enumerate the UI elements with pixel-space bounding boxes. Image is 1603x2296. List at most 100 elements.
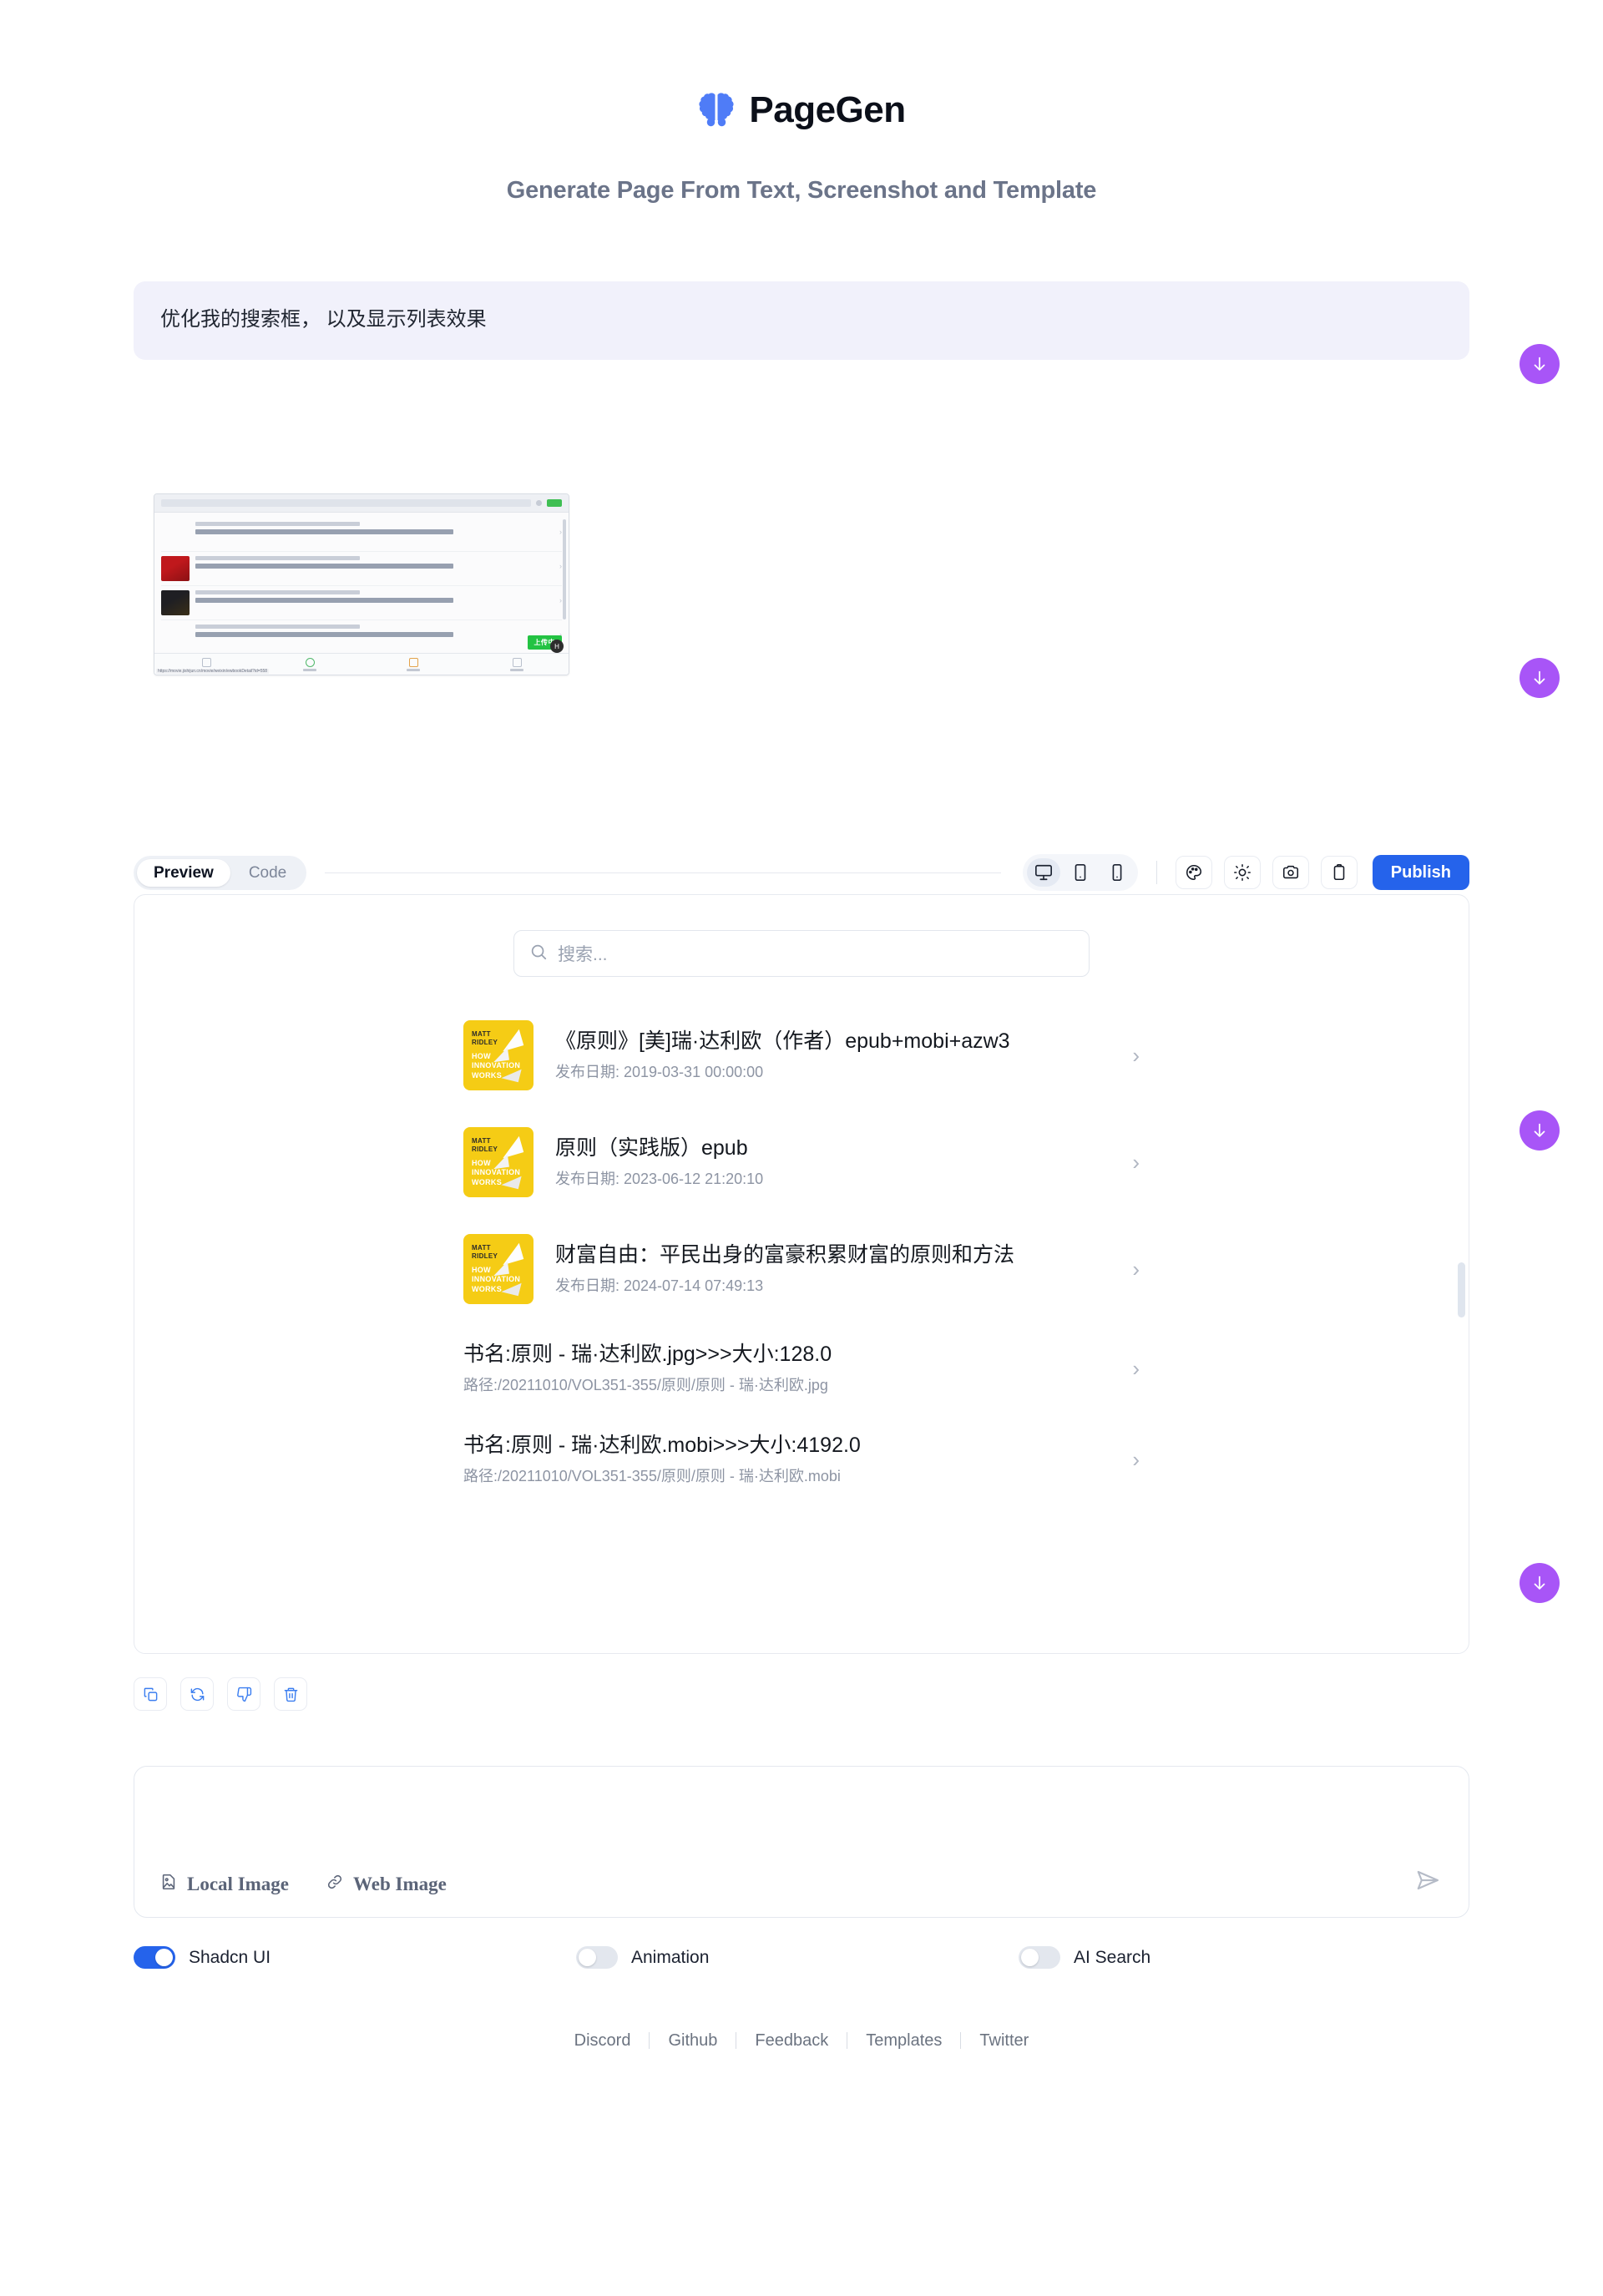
- uploaded-screenshot-attachment[interactable]: › › › › 上传中 H https://movie.jishijun.cn/…: [154, 493, 569, 675]
- attachment-green-chip: [547, 499, 562, 507]
- app-root: PageGen Generate Page From Text, Screens…: [0, 0, 1603, 2296]
- result-item[interactable]: MATT RIDLEY HOW INNOVATION WORKS 《原则》[美]瑞·达利欧…: [463, 1002, 1140, 1109]
- shadcn-ui-label: Shadcn UI: [189, 1947, 271, 1967]
- scroll-down-button[interactable]: [1520, 658, 1560, 698]
- brand-name: PageGen: [749, 89, 906, 130]
- image-file-icon: [159, 1873, 178, 1895]
- toggle-shadcn-ui[interactable]: Shadcn UI: [134, 1946, 576, 1969]
- chevron-right-icon: ›: [559, 596, 562, 604]
- brand: PageGen: [0, 90, 1603, 130]
- result-text: 《原则》[美]瑞·达利欧（作者）epub+mobi+azw3 发布日期: 2019…: [555, 1028, 1099, 1082]
- assistant-response: Preview Code Publish 搜索... MATT RIDLEY H…: [134, 851, 1469, 1969]
- result-text: 原则（实践版）epub 发布日期: 2023-06-12 21:20:10: [555, 1135, 1099, 1189]
- refresh-icon[interactable]: [180, 1677, 214, 1711]
- chevron-right-icon: ›: [559, 528, 562, 536]
- preview-scrollbar[interactable]: [1458, 1262, 1465, 1317]
- thumbs-down-icon[interactable]: [227, 1677, 260, 1711]
- animation-switch[interactable]: [576, 1946, 618, 1969]
- toggle-animation[interactable]: Animation: [576, 1946, 1019, 1969]
- footer-link-github[interactable]: Github: [650, 2032, 737, 2049]
- shadcn-ui-switch[interactable]: [134, 1946, 175, 1969]
- result-subtitle: 发布日期: 2024-07-14 07:49:13: [555, 1277, 764, 1295]
- message-action-row: [134, 1677, 1469, 1711]
- scroll-down-button[interactable]: [1520, 1563, 1560, 1603]
- result-text: 财富自由：平民出身的富豪积累财富的原则和方法 发布日期: 2024-07-14 0…: [555, 1242, 1099, 1296]
- result-item[interactable]: MATT RIDLEY HOW INNOVATION WORKS 原则（实践版）epub 发…: [463, 1109, 1140, 1216]
- attachment-tab: [258, 657, 362, 671]
- chat-column: 优化我的搜索框， 以及显示列表效果 › › › › 上传中 H https://…: [134, 281, 1469, 2091]
- preview-toolbar: Preview Code Publish: [134, 851, 1469, 894]
- attachment-searchbar: [161, 499, 531, 507]
- palette-icon[interactable]: [1175, 856, 1212, 889]
- attachment-row: ›: [161, 586, 562, 620]
- clipboard-icon[interactable]: [1320, 856, 1358, 889]
- attachment-list: › › › ›: [154, 513, 569, 675]
- page-tagline: Generate Page From Text, Screenshot and …: [506, 177, 1097, 204]
- result-item[interactable]: 书名:原则 - 瑞·达利欧.jpg>>>大小:128.0 路径:/20211010…: [463, 1322, 1140, 1414]
- tab-preview[interactable]: Preview: [137, 858, 230, 887]
- search-input[interactable]: 搜索...: [513, 930, 1090, 977]
- page-header: PageGen Generate Page From Text, Screens…: [0, 0, 1603, 205]
- user-prompt-text: 优化我的搜索框， 以及显示列表效果: [160, 308, 487, 331]
- footer: Discord Github Feedback Templates Twitter: [134, 2032, 1469, 2091]
- animation-label: Animation: [631, 1947, 710, 1967]
- local-image-button[interactable]: Local Image: [159, 1873, 289, 1895]
- attachment-settings-dot: [536, 500, 542, 506]
- result-title: 《原则》[美]瑞·达利欧（作者）epub+mobi+azw3: [555, 1029, 1010, 1054]
- device-size-group: [1022, 854, 1138, 891]
- result-subtitle: 发布日期: 2023-06-12 21:20:10: [555, 1171, 764, 1188]
- attachment-topbar: [154, 494, 569, 513]
- attachment-row-lines: [195, 522, 554, 534]
- chevron-right-icon: ›: [1132, 1355, 1140, 1381]
- scroll-down-button[interactable]: [1520, 1110, 1560, 1151]
- publish-button[interactable]: Publish: [1372, 855, 1469, 890]
- ai-search-switch[interactable]: [1019, 1946, 1060, 1969]
- copy-icon[interactable]: [134, 1677, 167, 1711]
- web-image-button[interactable]: Web Image: [326, 1873, 447, 1895]
- attachment-thumb: [161, 522, 190, 547]
- chevron-right-icon: ›: [1132, 1150, 1140, 1175]
- book-cover-thumbnail: MATT RIDLEY HOW INNOVATION WORKS: [463, 1234, 533, 1304]
- mobile-icon[interactable]: [1100, 858, 1134, 887]
- search-icon: [529, 943, 548, 965]
- composer[interactable]: Local Image Web Image: [134, 1766, 1469, 1918]
- attachment-status-url: https://movie.jishijun.cn/movie/weixin/e…: [156, 669, 270, 674]
- toolbar-vertical-separator: [1155, 861, 1157, 884]
- tab-code[interactable]: Code: [232, 859, 303, 887]
- tablet-icon[interactable]: [1064, 858, 1097, 887]
- footer-link-discord[interactable]: Discord: [556, 2032, 650, 2049]
- attachment-tab: [465, 657, 569, 671]
- feature-toggle-row: Shadcn UI Animation AI Search: [134, 1946, 1469, 1969]
- camera-icon[interactable]: [1272, 856, 1309, 889]
- link-icon: [326, 1873, 344, 1895]
- brain-icon: [697, 90, 736, 130]
- book-cover-thumbnail: MATT RIDLEY HOW INNOVATION WORKS: [463, 1020, 533, 1090]
- scroll-down-button[interactable]: [1520, 344, 1560, 384]
- monitor-icon[interactable]: [1026, 858, 1060, 887]
- result-item[interactable]: MATT RIDLEY HOW INNOVATION WORKS 财富自由：平民出身的富豪…: [463, 1216, 1140, 1322]
- result-item[interactable]: 书名:原则 - 瑞·达利欧.mobi>>>大小:4192.0 路径:/202110…: [463, 1414, 1140, 1505]
- sun-icon[interactable]: [1223, 856, 1261, 889]
- toggle-ai-search[interactable]: AI Search: [1019, 1946, 1150, 1969]
- composer-tools: Local Image Web Image: [159, 1873, 447, 1895]
- send-icon[interactable]: [1415, 1868, 1440, 1895]
- chevron-right-icon: ›: [1132, 1446, 1140, 1472]
- footer-link-twitter[interactable]: Twitter: [961, 2032, 1047, 2049]
- result-title: 原则（实践版）epub: [555, 1136, 748, 1161]
- trash-icon[interactable]: [274, 1677, 307, 1711]
- ai-search-label: AI Search: [1074, 1947, 1151, 1967]
- view-mode-tabs: Preview Code: [134, 855, 307, 890]
- result-text: 书名:原则 - 瑞·达利欧.jpg>>>大小:128.0 路径:/20211010…: [463, 1341, 1099, 1395]
- attachment-row: ›: [161, 518, 562, 552]
- attachment-row-lines: [195, 590, 554, 603]
- footer-link-feedback[interactable]: Feedback: [736, 2032, 848, 2049]
- result-subtitle: 路径:/20211010/VOL351-355/原则/原则 - 瑞·达利欧.jp…: [463, 1376, 828, 1393]
- attachment-tab: [362, 657, 465, 671]
- attachment-thumb: [161, 625, 190, 650]
- attachment-scrollbar: [563, 519, 566, 620]
- local-image-label: Local Image: [187, 1873, 290, 1894]
- attachment-float-button: H: [550, 640, 564, 653]
- attachment-row-lines: [195, 625, 554, 637]
- attachment-thumb: [161, 556, 190, 581]
- footer-link-templates[interactable]: Templates: [847, 2032, 962, 2049]
